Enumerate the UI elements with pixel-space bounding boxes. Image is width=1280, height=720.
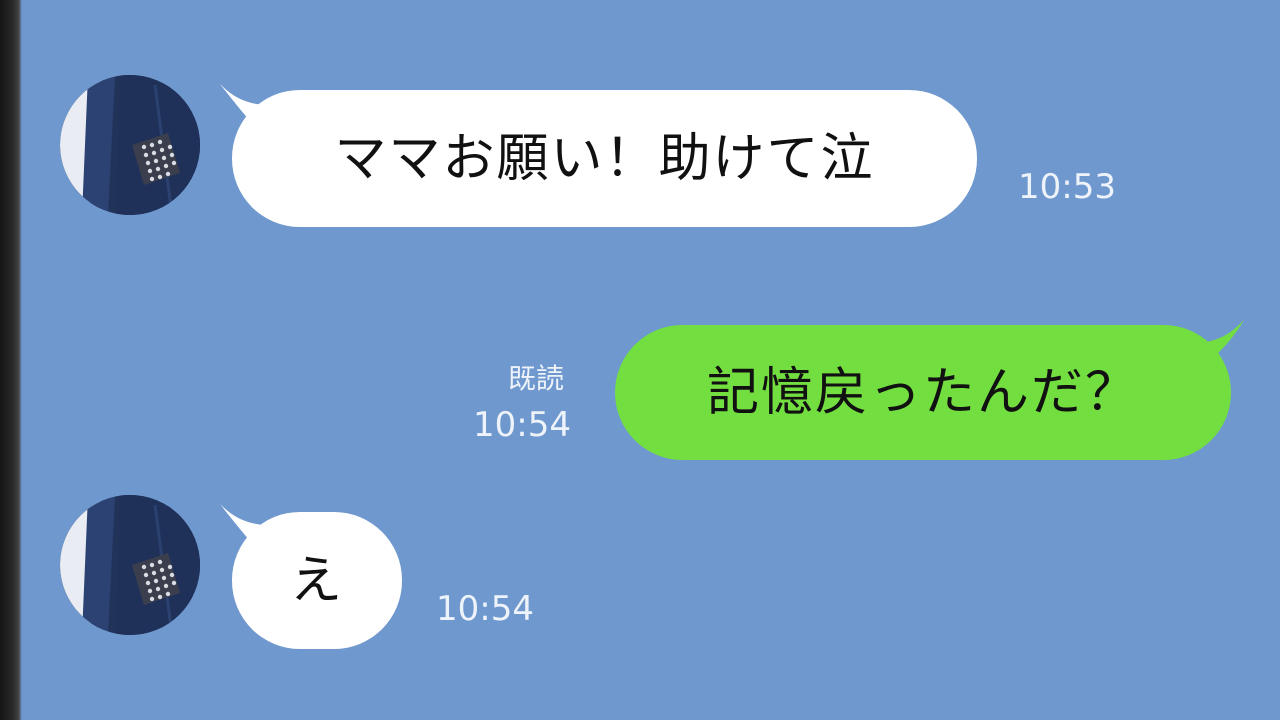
contact-avatar-icon[interactable]: [60, 75, 200, 215]
message-text: 記憶戻ったんだ？: [706, 362, 1139, 423]
message-timestamp: 10:54: [473, 405, 571, 445]
message-text: え: [289, 550, 344, 611]
message-timestamp: 10:54: [436, 589, 534, 629]
contact-avatar-icon[interactable]: [60, 495, 200, 635]
message-bubble-incoming[interactable]: え: [232, 512, 402, 649]
device-frame-edge: [0, 0, 22, 720]
message-bubble-outgoing[interactable]: 記憶戻ったんだ？: [615, 325, 1231, 460]
chat-view: ママお願い！助けて泣 10:53 既読 10:54 記憶戻ったんだ？ え 10:…: [0, 0, 1280, 720]
message-text: ママお願い！助けて泣: [334, 128, 875, 189]
message-bubble-incoming[interactable]: ママお願い！助けて泣: [232, 90, 977, 227]
message-timestamp: 10:53: [1018, 167, 1116, 207]
read-receipt-label: 既読: [508, 362, 565, 395]
